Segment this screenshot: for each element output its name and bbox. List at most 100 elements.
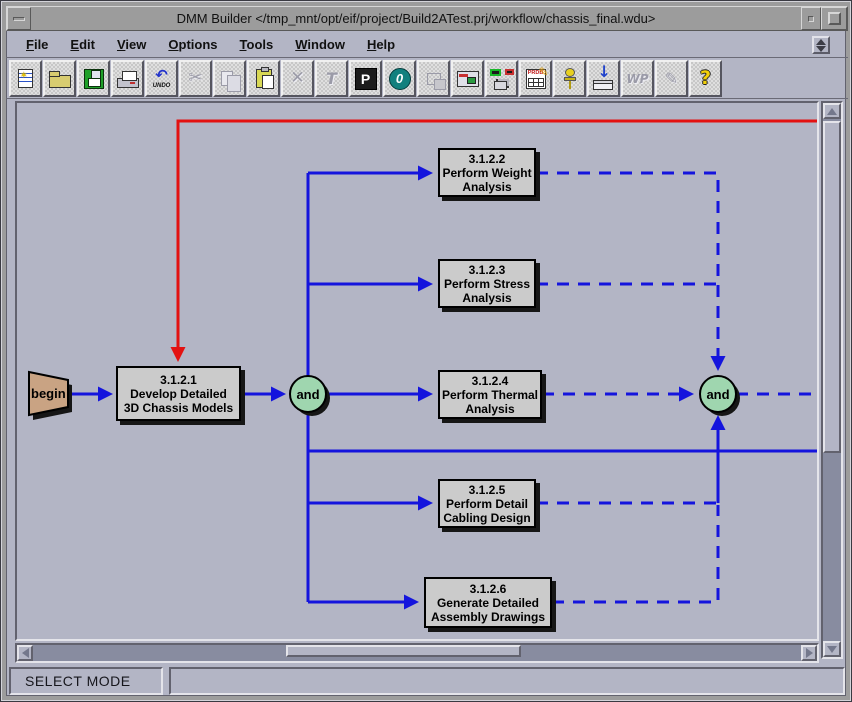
minimize-icon [808,16,814,22]
and-join-right[interactable]: and [700,376,740,416]
window-menu-button[interactable] [7,7,31,30]
flow-editor-icon [457,71,479,87]
scroll-up-icon [827,108,837,115]
spinner-down-icon [816,46,826,52]
title-bar[interactable]: DMM Builder </tmp_mnt/opt/eif/project/Bu… [6,6,848,31]
task-node-3125[interactable]: 3.1.2.5 Perform Detail Cabling Design [438,479,536,528]
menu-view[interactable]: View [107,34,156,55]
task-name-line1: Perform Thermal [442,388,538,402]
route-tool-button [417,60,450,97]
scroll-down-icon [827,646,837,653]
copy-pages-icon [221,71,233,86]
and-left-label: and [296,387,319,402]
task-name-line2: Analysis [465,402,514,416]
begin-node[interactable]: begin [29,372,72,420]
workflow-canvas[interactable]: begin and and 3.1.2.1 Develop Detailed 3… [15,101,819,641]
transform-icon: T [326,71,337,87]
flow-editor-button[interactable] [451,60,484,97]
menu-bar: File Edit View Options Tools Window Help [6,32,848,58]
layers-icon [490,68,514,90]
pushpin-icon [563,67,577,91]
new-file-button[interactable]: ✶ [9,60,42,97]
vertical-scrollbar-thumb[interactable] [823,121,841,453]
scroll-left-button[interactable] [17,645,33,661]
import-button[interactable]: ↓ [587,60,620,97]
scroll-down-button[interactable] [823,641,841,657]
task-id: 3.1.2.6 [470,582,507,596]
new-document-icon: ✶ [18,69,33,88]
scroll-right-icon [806,648,813,658]
printer-icon [117,78,139,88]
x-icon: ✕ [290,70,304,87]
menubar-spinner[interactable] [812,36,830,54]
begin-label: begin [31,386,66,401]
task-id: 3.1.2.3 [469,263,506,277]
wp-icon: WP [626,73,648,85]
print-button[interactable] [111,60,144,97]
clipboard-icon [256,69,272,88]
message-status-panel [169,667,845,695]
task-node-3123[interactable]: 3.1.2.3 Perform Stress Analysis [438,259,536,308]
link-3122-to-and2[interactable] [536,173,718,368]
task-name-line1: Perform Stress [444,277,530,291]
menu-edit[interactable]: Edit [60,34,105,55]
undo-button[interactable]: ↶ UNDO [145,60,178,97]
menu-tools[interactable]: Tools [230,34,284,55]
undo-label: UNDO [153,83,171,89]
task-name-line2: Cabling Design [443,511,530,525]
task-name-line2: Assembly Drawings [431,610,545,624]
horizontal-scrollbar-thumb[interactable] [286,645,521,657]
save-file-button[interactable] [77,60,110,97]
vertical-scrollbar[interactable] [821,101,843,659]
menu-options[interactable]: Options [158,34,227,55]
task-id: 3.1.2.2 [469,152,506,166]
task-id: 3.1.2.5 [469,483,506,497]
p-tool-button[interactable]: P [349,60,382,97]
maximize-button[interactable] [821,7,847,30]
task-node-3121[interactable]: 3.1.2.1 Develop Detailed 3D Chassis Mode… [116,366,241,421]
task-node-3124[interactable]: 3.1.2.4 Perform Thermal Analysis [438,370,542,419]
mode-status-text: SELECT MODE [25,673,131,689]
task-name-line1: Perform Detail [446,497,528,511]
annotate-pen-icon: ✎ [665,71,678,87]
wp-tool-button: WP [621,60,654,97]
pin-button[interactable] [553,60,586,97]
route-icon [427,73,441,85]
task-node-3122[interactable]: 3.1.2.2 Perform Weight Analysis [438,148,536,197]
prdb-editor-button[interactable]: PRDB✎ [519,60,552,97]
menu-window[interactable]: Window [285,34,355,55]
open-file-button[interactable] [43,60,76,97]
and-join-left[interactable]: and [290,376,330,416]
pencil-icon: ✎ [538,66,548,78]
spinner-up-icon [816,39,826,45]
toolbar: ✶ ↶ UNDO ✂ ✕ T P 0 PRDB✎ ↓ WP ✎ ? [6,59,848,99]
transform-button: T [315,60,348,97]
task-id: 3.1.2.4 [472,374,509,388]
help-question-icon: ? [700,69,711,88]
help-button[interactable]: ? [689,60,722,97]
layer-manager-button[interactable] [485,60,518,97]
app-window: DMM Builder </tmp_mnt/opt/eif/project/Bu… [0,0,852,702]
annotate-button: ✎ [655,60,688,97]
and-right-label: and [706,387,729,402]
maximize-icon [828,12,841,25]
mode-status-panel: SELECT MODE [9,667,163,695]
scroll-right-button[interactable] [801,645,817,661]
minimize-button[interactable] [801,7,821,30]
horizontal-scrollbar[interactable] [15,643,819,663]
menu-file[interactable]: File [16,34,58,55]
task-name-line1: Generate Detailed [437,596,539,610]
task-id: 3.1.2.1 [160,373,197,387]
paste-button[interactable] [247,60,280,97]
prdb-grid-icon: PRDB✎ [526,69,546,89]
copy-button [213,60,246,97]
task-node-3126[interactable]: 3.1.2.6 Generate Detailed Assembly Drawi… [424,577,552,628]
cut-button: ✂ [179,60,212,97]
menu-help[interactable]: Help [357,34,405,55]
task-name-line1: Develop Detailed [130,387,227,401]
link-3126-to-and2[interactable] [552,505,718,602]
zero-tool-button[interactable]: 0 [383,60,416,97]
undo-arrow-icon: ↶ [155,68,168,83]
task-name-line2: Analysis [462,291,511,305]
scroll-up-button[interactable] [823,103,841,119]
